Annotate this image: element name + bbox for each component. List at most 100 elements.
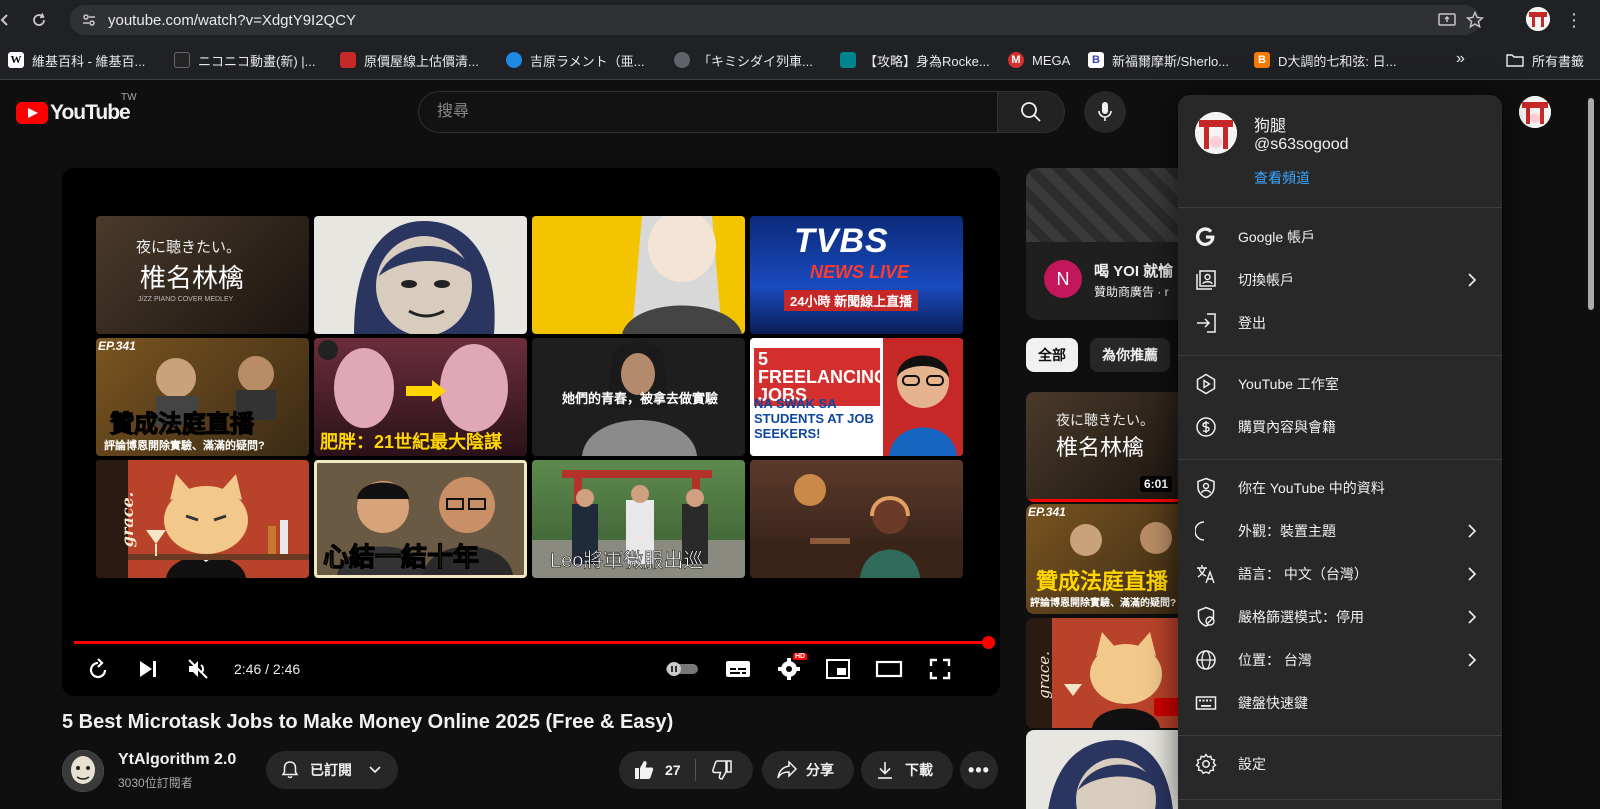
dislike-button[interactable] (711, 759, 733, 784)
download-button[interactable]: 下載 (861, 751, 953, 789)
menu-item-language[interactable]: 語言： 中文（台灣） (1178, 554, 1502, 594)
theater-mode-button[interactable] (874, 655, 904, 683)
time-display: 2:46 / 2:46 (234, 661, 301, 677)
menu-item-settings[interactable]: 設定 (1178, 744, 1502, 784)
scrubber-handle[interactable] (982, 636, 995, 649)
youtube-logo[interactable]: YouTube TW (16, 92, 137, 126)
folder-icon (1506, 54, 1524, 67)
bookmark-item[interactable]: W 維基百科 - 維基百... (8, 50, 145, 70)
sponsored-ad-card[interactable]: N 喝 YOI 就愉 贊助商廣告 · r (1026, 168, 1186, 320)
related-video-thumbnail[interactable]: grace. (1026, 618, 1186, 728)
related-video-thumbnail[interactable]: 夜に聴きたい。 椎名林檎 6:01 (1026, 392, 1186, 502)
url-text[interactable]: youtube.com/watch?v=XdgtY9I2QCY (108, 12, 356, 29)
chip-all[interactable]: 全部 (1026, 338, 1078, 372)
endscreen-video-tile[interactable] (314, 216, 527, 334)
menu-item-restricted-mode[interactable]: 嚴格篩選模式：停用 (1178, 597, 1502, 637)
fullscreen-button[interactable] (926, 655, 954, 683)
chevron-right-icon (1460, 648, 1484, 672)
replay-button[interactable] (84, 655, 112, 683)
thumb-subtitle: 夜に聴きたい。 (1056, 413, 1154, 429)
bookmark-item[interactable]: ニコニコ動畫(新) |... (174, 50, 315, 70)
tile-caption: 評論博恩開除實驗、滿滿的疑問? (104, 440, 265, 452)
subscribed-button[interactable]: 已訂閱 (266, 751, 398, 789)
endscreen-video-tile[interactable]: 心結一結十年 (314, 460, 527, 578)
settings-button[interactable]: HD (774, 653, 808, 683)
endscreen-video-tile[interactable]: EP.341 贊成法庭直播 評論博恩開除實驗、滿滿的疑問? (96, 338, 309, 456)
bookmark-item[interactable]: B D大調的七和弦: 日... (1254, 50, 1396, 70)
mute-button[interactable] (184, 655, 212, 683)
voice-search-button[interactable] (1084, 91, 1126, 133)
thumbs-up-icon (635, 761, 654, 779)
captions-button[interactable] (724, 655, 752, 683)
menu-item-google-account[interactable]: Google 帳戶 (1178, 217, 1502, 257)
progress-bar[interactable] (74, 636, 995, 649)
menu-item-purchases[interactable]: 購買內容與會籍 (1178, 407, 1502, 447)
bookmark-item[interactable]: 原價屋線上估價清... (340, 50, 479, 70)
bookmark-item[interactable]: M MEGA (1008, 50, 1070, 70)
menu-item-appearance[interactable]: 外觀：裝置主題 (1178, 511, 1502, 551)
autoplay-toggle[interactable] (664, 655, 700, 683)
miniplayer-button[interactable] (824, 655, 852, 683)
view-channel-link[interactable]: 查看頻道 (1254, 168, 1310, 188)
channel-avatar[interactable] (62, 750, 104, 792)
page-scrollbar[interactable] (1586, 88, 1596, 809)
tile-caption: 24小時 新聞線上直播 (784, 290, 919, 311)
endscreen-video-tile[interactable]: 肥胖：21世紀最大陰謀 (314, 338, 527, 456)
related-video-thumbnail[interactable]: EP.341 贊成法庭直播 評論博恩開除實驗、滿滿的疑問? (1026, 504, 1186, 614)
endscreen-video-tile[interactable]: Leo將軍微服出巡 (532, 460, 745, 578)
menu-item-location[interactable]: 位置： 台灣 (1178, 640, 1502, 680)
like-button[interactable]: 27 (633, 759, 681, 781)
anime-character-image (622, 216, 742, 334)
menu-item-keyboard-shortcuts[interactable]: 鍵盤快速鍵 (1178, 683, 1502, 723)
endscreen-video-tile[interactable]: 5 FREELANCING JOBS NA SWAK SA STUDENTS A… (750, 338, 963, 456)
site-settings-icon[interactable] (80, 11, 98, 29)
all-bookmarks-label: 所有書籤 (1532, 53, 1585, 69)
browser-profile-avatar[interactable] (1526, 7, 1550, 31)
reload-icon[interactable] (28, 9, 50, 31)
search-button[interactable] (997, 91, 1065, 133)
subscriber-count: 3030位訂閱者 (118, 776, 193, 790)
related-video-thumbnail[interactable] (1026, 730, 1186, 809)
captions-icon (726, 661, 750, 677)
account-avatar-button[interactable] (1519, 96, 1551, 128)
ad-banner-image (1026, 168, 1186, 242)
chevron-down-icon (369, 766, 381, 774)
bookmark-item[interactable]: B 新福爾摩斯/Sherlo... (1088, 50, 1229, 70)
bookmark-star-icon[interactable] (1466, 11, 1484, 29)
tile-title: TVBS (794, 222, 889, 260)
bookmark-item[interactable]: 「キミシダイ列車... (674, 50, 813, 70)
address-bar[interactable]: youtube.com/watch?v=XdgtY9I2QCY (70, 5, 1484, 35)
cast-icon[interactable] (1438, 11, 1456, 29)
endscreen-video-tile[interactable]: 夜に聴きたい。 椎名林檎 J/ZZ PIANO COVER MEDLEY (96, 216, 309, 334)
chip-recommended[interactable]: 為你推薦 (1090, 338, 1170, 372)
skip-next-icon (140, 661, 156, 677)
menu-item-sign-out[interactable]: 登出 (1178, 303, 1502, 343)
menu-item-switch-account[interactable]: 切換帳戶 (1178, 260, 1502, 300)
back-arrow-icon[interactable] (0, 9, 16, 31)
gear-icon (778, 658, 800, 680)
next-button[interactable] (134, 655, 162, 683)
browser-menu-icon[interactable]: ⋮ (1564, 9, 1584, 31)
endscreen-video-tile[interactable] (532, 216, 745, 334)
bookmark-item[interactable]: 吉原ラメント（亜... (506, 50, 644, 70)
bookmarks-overflow-button[interactable]: » (1456, 50, 1465, 68)
menu-avatar (1195, 112, 1237, 154)
endscreen-video-tile[interactable]: TVBS NEWS LIVE 24小時 新聞線上直播 (750, 216, 963, 334)
video-player[interactable]: 夜に聴きたい。 椎名林檎 J/ZZ PIANO COVER MEDLEY TVB… (62, 168, 1000, 696)
niconico-icon (174, 52, 190, 68)
share-button[interactable]: 分享 (762, 751, 854, 789)
like-divider (695, 759, 696, 781)
menu-item-your-data[interactable]: 你在 YouTube 中的資料 (1178, 468, 1502, 508)
all-bookmarks-button[interactable]: 所有書籤 (1506, 50, 1584, 70)
menu-item-youtube-studio[interactable]: YouTube 工作室 (1178, 364, 1502, 404)
channel-name[interactable]: YtAlgorithm 2.0 (118, 751, 236, 769)
endscreen-video-tile[interactable]: 她們的青春，被拿去做實驗 (532, 338, 745, 456)
more-actions-button[interactable]: ••• (960, 751, 998, 789)
bookmark-item[interactable]: 【攻略】身為Rocke... (840, 50, 990, 70)
endscreen-video-tile[interactable]: grace. (96, 460, 309, 578)
search-input[interactable] (419, 92, 997, 132)
bookmark-label: 新福爾摩斯/Sherlo... (1112, 53, 1230, 69)
video-title: 5 Best Microtask Jobs to Make Money Onli… (62, 711, 674, 733)
endscreen-video-tile[interactable] (750, 460, 963, 578)
scrollbar-thumb[interactable] (1588, 98, 1594, 310)
